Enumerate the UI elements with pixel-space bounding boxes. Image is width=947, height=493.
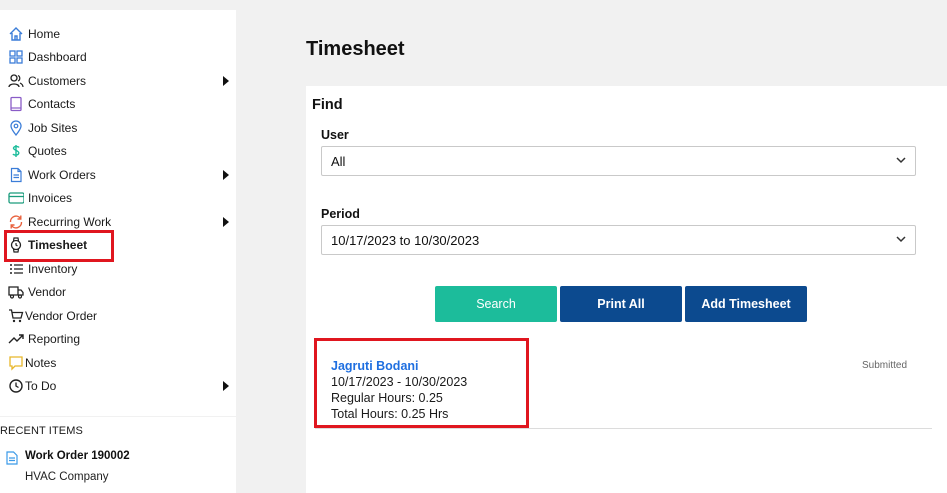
page-title: Timesheet — [306, 38, 405, 60]
timesheet-card: Find User All Period 10/17/2023 to 10/30… — [306, 86, 947, 493]
home-icon — [9, 27, 23, 41]
dollar-icon — [12, 145, 20, 157]
sidebar-item-label: To Do — [25, 379, 57, 393]
recent-items-title: RECENT ITEMS — [0, 425, 83, 437]
sidebar-item-vendor[interactable]: Vendor — [0, 281, 236, 303]
document-icon — [10, 167, 22, 183]
customers-icon — [8, 74, 24, 88]
sidebar-item-label: Customers — [28, 74, 87, 88]
sidebar-item-dashboard[interactable]: Dashboard — [0, 46, 236, 68]
sidebar-item-job-sites[interactable]: Job Sites — [0, 117, 236, 139]
sidebar-item-label: Job Sites — [28, 121, 78, 135]
document-icon — [6, 451, 18, 465]
user-select-value: All — [331, 154, 346, 169]
recent-item-subtitle: HVAC Company — [25, 471, 109, 483]
divider — [315, 428, 932, 429]
sidebar-item-label: Home — [28, 27, 61, 41]
search-button[interactable]: Search — [435, 286, 557, 322]
sidebar-item-reporting[interactable]: Reporting — [0, 328, 236, 350]
sidebar-item-contacts[interactable]: Contacts — [0, 93, 236, 115]
sidebar-item-label: Vendor — [28, 285, 67, 299]
status-badge: Submitted — [862, 360, 908, 371]
sidebar-item-work-orders[interactable]: Work Orders — [0, 164, 236, 186]
sidebar-item-quotes[interactable]: Quotes — [0, 140, 236, 162]
sidebar-item-to-do[interactable]: To Do — [0, 375, 236, 397]
period-label: Period — [321, 207, 360, 221]
period-select[interactable]: 10/17/2023 to 10/30/2023 — [321, 225, 916, 255]
sidebar-item-invoices[interactable]: Invoices — [0, 187, 236, 209]
recurring-icon — [9, 215, 23, 229]
find-title: Find — [312, 97, 343, 113]
sidebar-item-label: Dashboard — [28, 50, 87, 64]
user-label: User — [321, 128, 349, 142]
trend-icon — [8, 334, 24, 344]
sidebar-item-customers[interactable]: Customers — [0, 70, 236, 92]
contacts-book-icon — [10, 96, 22, 112]
recent-items-panel: RECENT ITEMS Work Order 190002 HVAC Comp… — [0, 417, 236, 493]
sidebar-item-vendor-order[interactable]: Vendor Order — [0, 305, 236, 327]
sidebar-item-label: Recurring Work — [28, 215, 112, 229]
sidebar-item-label: Reporting — [28, 332, 81, 346]
highlight-box — [4, 230, 114, 262]
chevron-down-icon — [896, 157, 906, 164]
sidebar-item-label: Notes — [25, 356, 57, 370]
user-select[interactable]: All — [321, 146, 916, 176]
sidebar-item-label: Vendor Order — [25, 309, 98, 323]
sidebar-item-label: Quotes — [28, 144, 67, 158]
cart-icon — [9, 309, 24, 323]
sidebar-item-label: Contacts — [28, 97, 76, 111]
print-all-button[interactable]: Print All — [560, 286, 682, 322]
sidebar-item-label: Invoices — [28, 191, 73, 205]
sidebar-item-notes[interactable]: Notes — [0, 352, 236, 374]
period-select-value: 10/17/2023 to 10/30/2023 — [331, 233, 480, 248]
submenu-arrow-icon[interactable] — [223, 217, 229, 227]
sidebar-item-home[interactable]: Home — [0, 23, 236, 45]
clock-icon — [9, 379, 23, 393]
sidebar-item-label: Inventory — [28, 262, 78, 276]
submenu-arrow-icon[interactable] — [223, 381, 229, 391]
submenu-arrow-icon[interactable] — [223, 76, 229, 86]
sidebar-item-label: Work Orders — [28, 168, 96, 182]
recent-item-link[interactable]: Work Order 190002 — [25, 450, 130, 462]
sidebar: Home Dashboard Customers Contacts Job Si… — [0, 10, 236, 416]
add-timesheet-button[interactable]: Add Timesheet — [685, 286, 807, 322]
credit-card-icon — [8, 192, 24, 204]
highlight-box — [314, 338, 529, 428]
submenu-arrow-icon[interactable] — [223, 170, 229, 180]
chevron-down-icon — [896, 236, 906, 243]
truck-icon — [8, 286, 24, 299]
note-icon — [9, 356, 23, 371]
list-icon — [10, 264, 23, 274]
map-pin-icon — [10, 120, 22, 136]
dashboard-grid-icon — [9, 50, 23, 64]
